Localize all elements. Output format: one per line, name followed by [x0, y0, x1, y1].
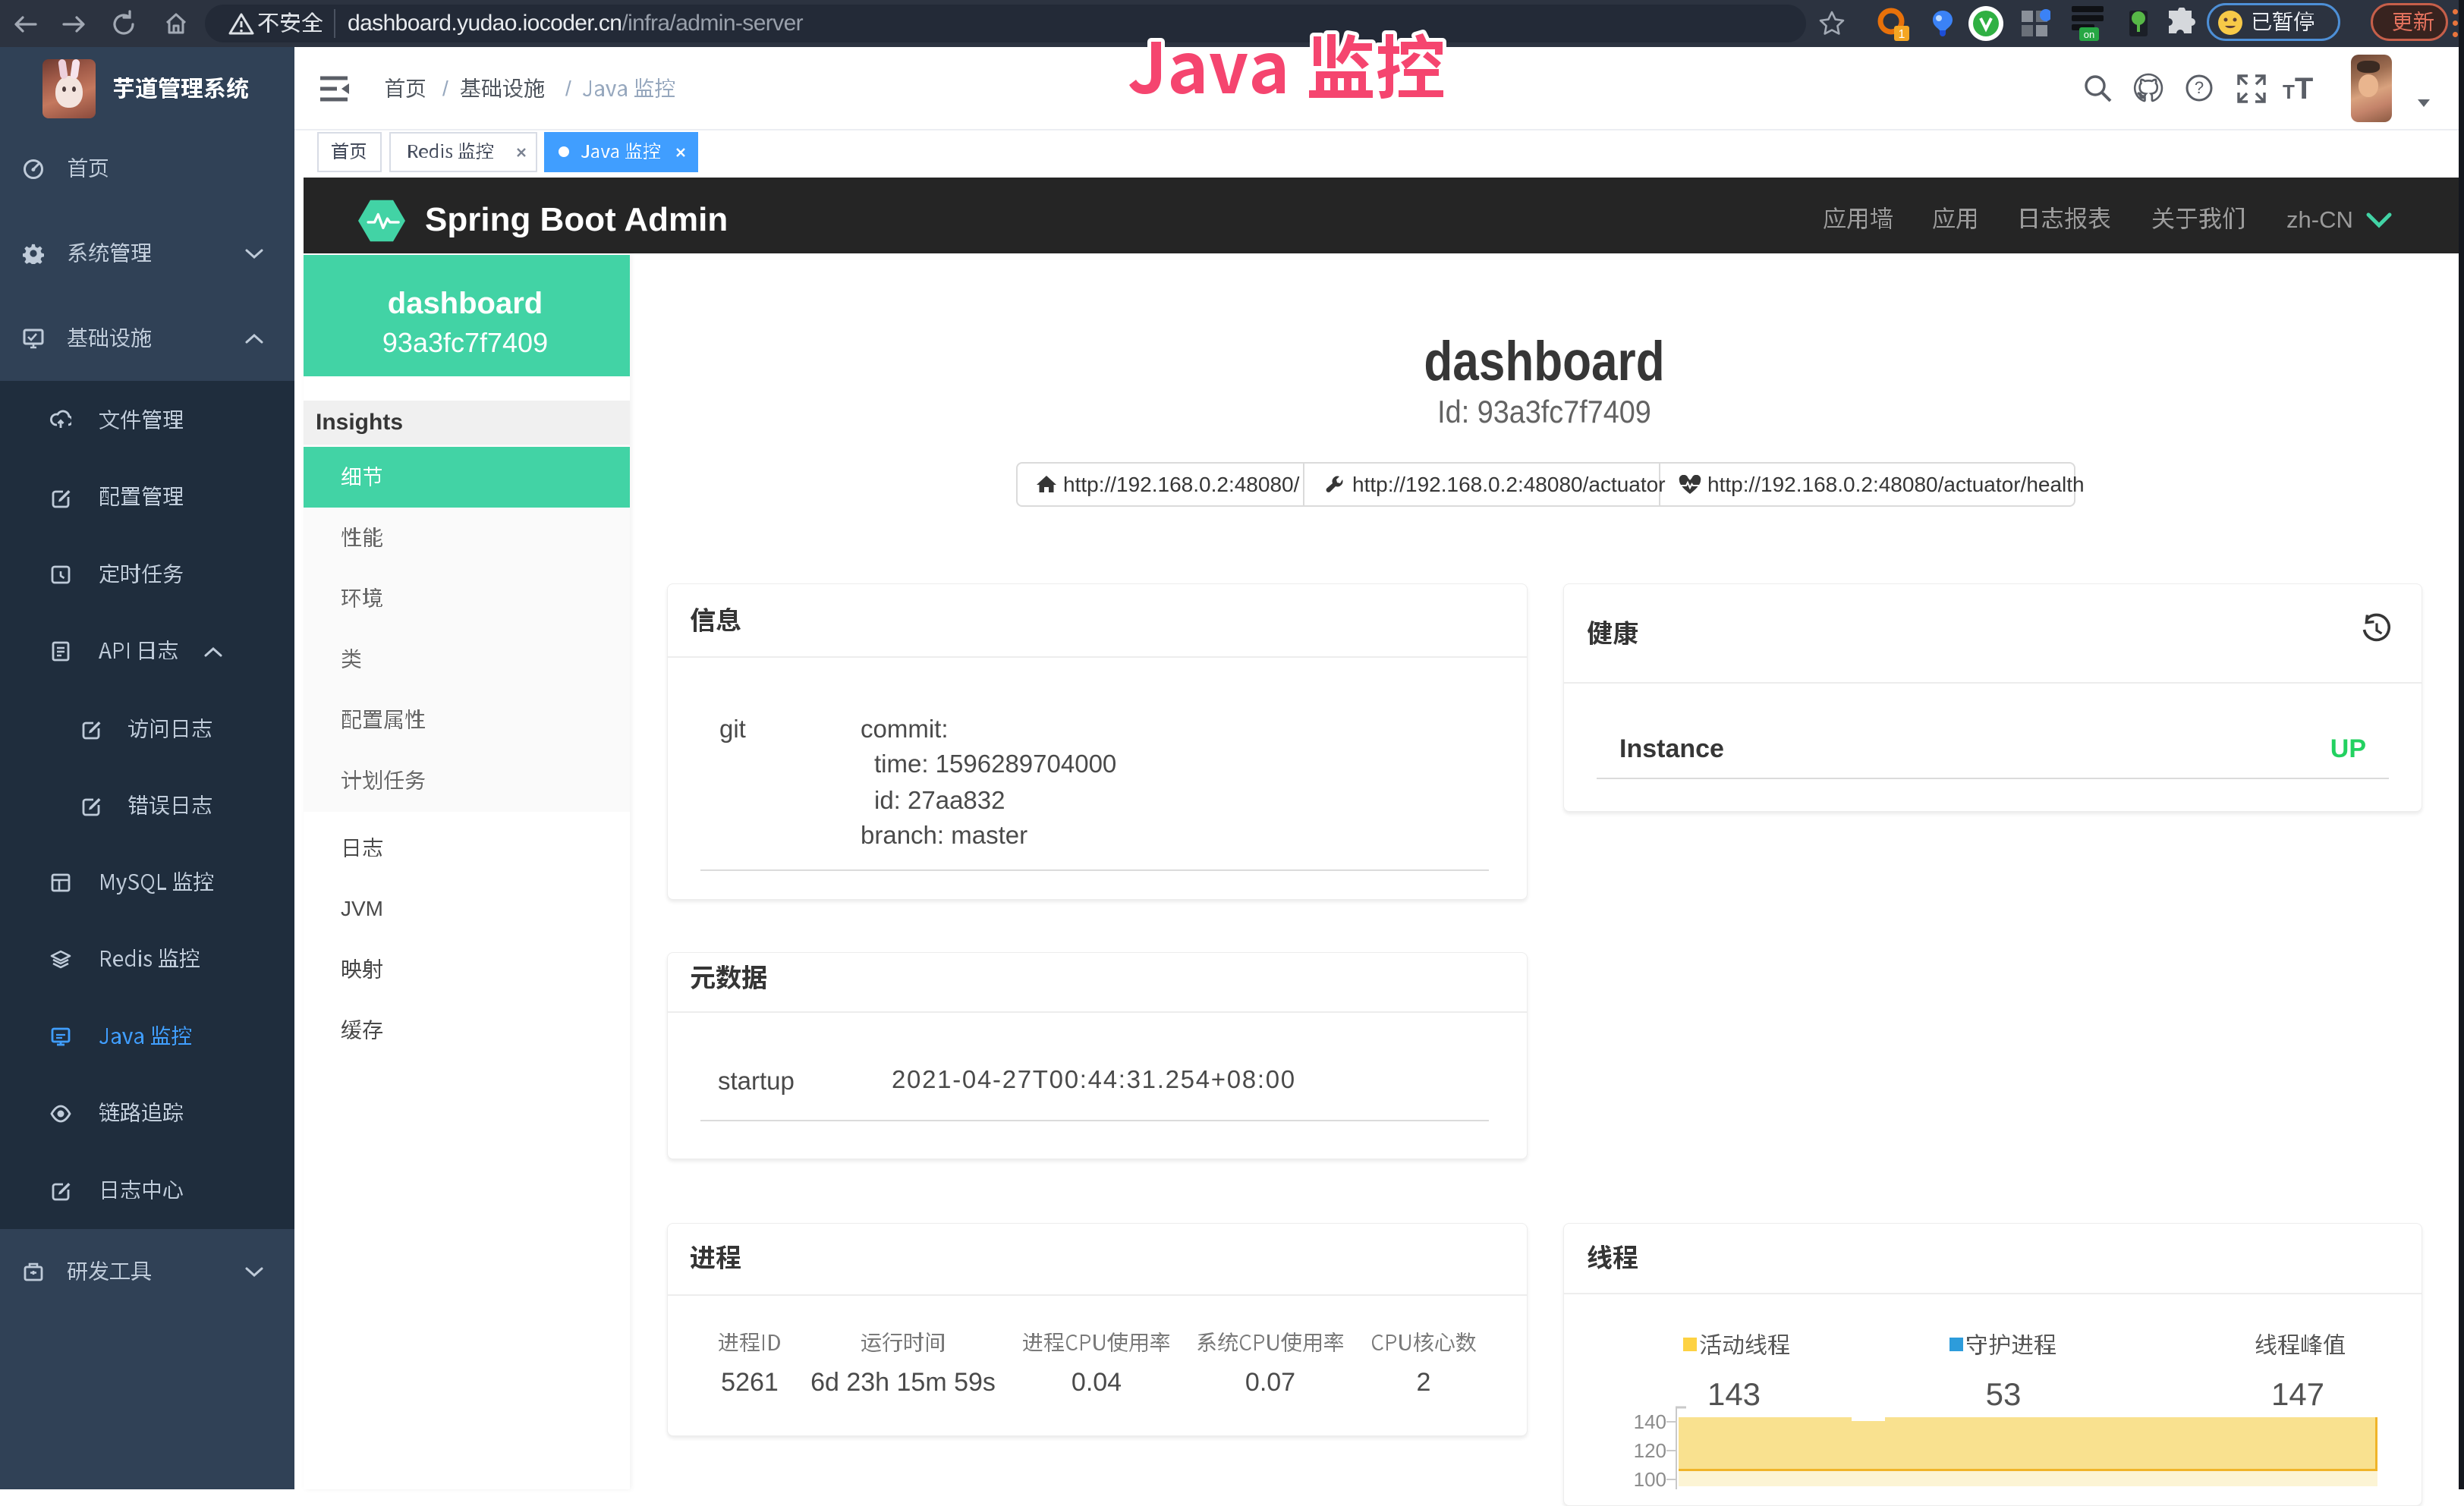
svg-text:?: ? — [2195, 78, 2204, 97]
svg-text:1: 1 — [1899, 28, 1905, 41]
svg-text:on: on — [2084, 29, 2094, 40]
